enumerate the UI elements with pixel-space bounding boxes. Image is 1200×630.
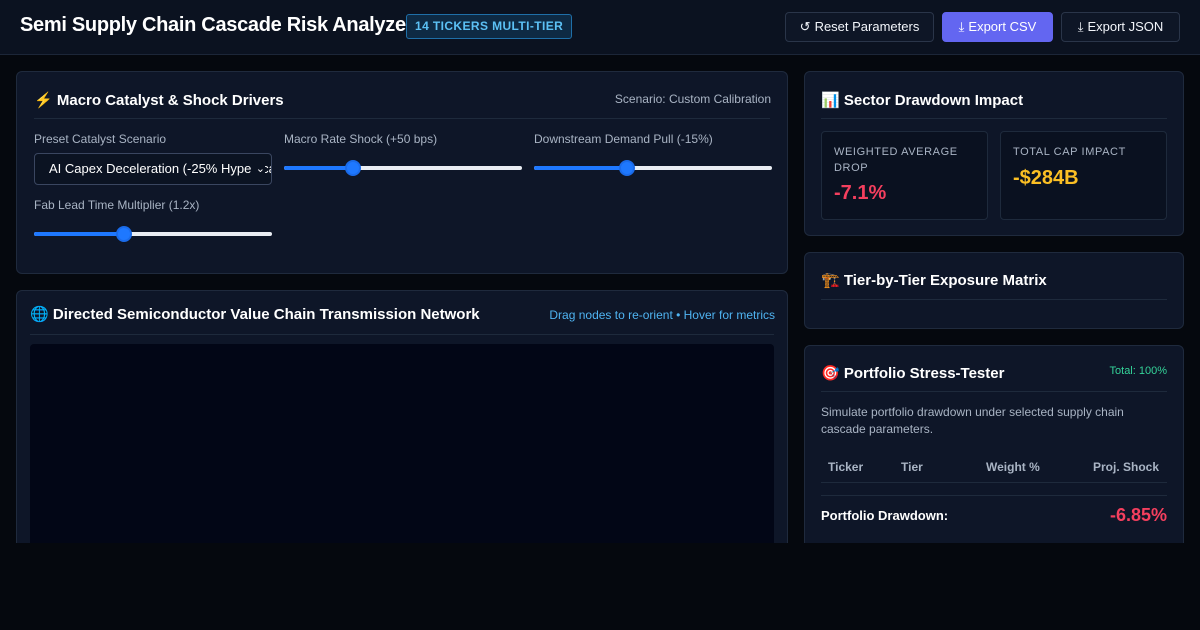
network-title-text: Directed Semiconductor Value Chain Trans… (52, 306, 480, 323)
export-json-label: Export JSON (1087, 19, 1164, 34)
globe-icon: 🌐 (30, 306, 49, 323)
stress-card-title: 🎯 Portfolio Stress-Tester (821, 364, 1004, 382)
download-icon: ⤓ (958, 19, 965, 34)
lead-time-label: Fab Lead Time Multiplier (1.2x) (34, 198, 200, 212)
total-cap-impact-stat: TOTAL CAP IMPACT -$284B (1000, 131, 1167, 220)
demand-pull-label: Downstream Demand Pull (-15%) (534, 132, 713, 146)
chevron-down-icon: ⌄ (251, 154, 265, 184)
transmission-network-card: 🌐 Directed Semiconductor Value Chain Tra… (16, 290, 788, 550)
reset-parameters-button[interactable]: ↺ Reset Parameters (785, 12, 934, 42)
sector-title-text: Sector Drawdown Impact (843, 92, 1024, 109)
reset-icon: ↺ (799, 19, 811, 34)
stress-title-text: Portfolio Stress-Tester (843, 365, 1005, 382)
sector-card-title: 📊 Sector Drawdown Impact (821, 91, 1023, 109)
preset-scenario-select[interactable]: AI Capex Deceleration (-25% Hyperscale) … (34, 153, 272, 185)
export-csv-label: Export CSV (968, 19, 1037, 34)
column-header-proj-shock: Proj. Shock (1093, 460, 1160, 474)
portfolio-drawdown-label: Portfolio Drawdown: (821, 508, 949, 523)
portfolio-drawdown-value: -6.85% (1109, 505, 1167, 525)
lead-time-slider[interactable] (34, 226, 272, 242)
slider-thumb[interactable] (116, 226, 133, 242)
download-icon: ⤓ (1077, 19, 1084, 34)
tier-exposure-card: 🏗️ Tier-by-Tier Exposure Matrix (804, 252, 1184, 329)
weight-total-badge: Total: 100% (1109, 365, 1167, 377)
slider-fill (284, 166, 354, 170)
slider-thumb[interactable] (618, 160, 635, 176)
network-graph-canvas[interactable] (30, 344, 774, 549)
preset-scenario-value: AI Capex Deceleration (-25% Hyperscale) (49, 161, 272, 176)
page-background (0, 543, 1200, 630)
divider (34, 118, 770, 119)
preset-scenario-label: Preset Catalyst Scenario (34, 132, 167, 146)
bar-chart-icon: 📊 (821, 92, 840, 109)
lightning-icon: ⚡ (34, 92, 53, 109)
network-card-title: 🌐 Directed Semiconductor Value Chain Tra… (30, 305, 480, 323)
divider (821, 391, 1167, 392)
tickers-badge: 14 TICKERS MULTI-TIER (406, 14, 573, 39)
slider-fill (34, 232, 125, 236)
column-header-weight: Weight % (986, 460, 1040, 474)
divider (821, 495, 1167, 496)
divider (821, 118, 1167, 119)
target-icon: 🎯 (821, 365, 840, 382)
slider-thumb[interactable] (345, 160, 362, 176)
demand-pull-slider[interactable] (534, 160, 772, 176)
reset-parameters-label: Reset Parameters (814, 19, 920, 34)
macro-catalyst-card: ⚡ Macro Catalyst & Shock Drivers Scenari… (16, 71, 788, 274)
macro-card-title: ⚡ Macro Catalyst & Shock Drivers (34, 91, 284, 109)
export-csv-button[interactable]: ⤓ Export CSV (942, 12, 1053, 42)
stress-description: Simulate portfolio drawdown under select… (821, 405, 1124, 436)
top-bar: Semi Supply Chain Cascade Risk Analyzer … (0, 0, 1200, 55)
rate-shock-slider[interactable] (284, 160, 522, 176)
tier-title-text: Tier-by-Tier Exposure Matrix (843, 272, 1047, 289)
portfolio-stress-card: 🎯 Portfolio Stress-Tester Total: 100% Si… (804, 345, 1184, 555)
export-json-button[interactable]: ⤓ Export JSON (1061, 12, 1180, 42)
weighted-average-drop-stat: WEIGHTED AVERAGE DROP -7.1% (821, 131, 988, 220)
divider (821, 299, 1167, 300)
column-header-tier: Tier (901, 460, 923, 474)
network-hint: Drag nodes to re-orient • Hover for metr… (549, 308, 775, 322)
app-title: Semi Supply Chain Cascade Risk Analyzer (20, 14, 414, 36)
sector-drawdown-card: 📊 Sector Drawdown Impact WEIGHTED AVERAG… (804, 71, 1184, 236)
rate-shock-label: Macro Rate Shock (+50 bps) (284, 132, 438, 146)
tier-card-title: 🏗️ Tier-by-Tier Exposure Matrix (821, 271, 1047, 289)
stat-label: TOTAL CAP IMPACT (1013, 146, 1126, 158)
stat-label: WEIGHTED AVERAGE DROP (834, 146, 958, 174)
macro-title-text: Macro Catalyst & Shock Drivers (56, 92, 284, 109)
stat-value: -$284B (1013, 167, 1079, 189)
slider-fill (534, 166, 627, 170)
divider (30, 334, 774, 335)
construction-icon: 🏗️ (821, 272, 840, 289)
scenario-label: Scenario: Custom Calibration (614, 92, 771, 106)
column-header-ticker: Ticker (828, 460, 864, 474)
stat-value: -7.1% (834, 182, 887, 204)
divider (821, 482, 1167, 483)
